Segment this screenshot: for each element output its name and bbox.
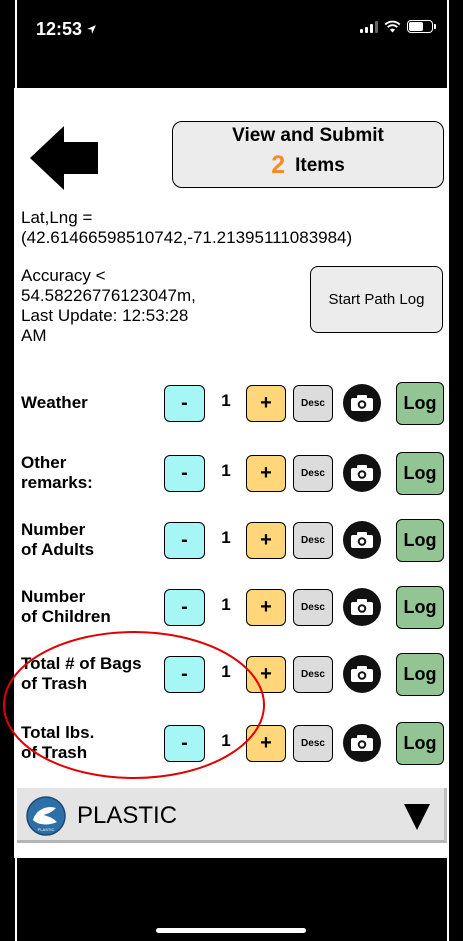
accuracy-line-3: Last Update: 12:53:28 (21, 306, 189, 325)
accuracy-line-4: AM (21, 326, 47, 345)
accuracy-readout: Accuracy < 54.58226776123047m, Last Upda… (21, 266, 301, 346)
status-bar: 12:53 (0, 0, 463, 60)
decrement-button[interactable]: - (164, 522, 205, 559)
decrement-button[interactable]: - (164, 589, 205, 626)
quantity-value: 1 (221, 391, 231, 410)
accuracy-line-2: 54.58226776123047m, (21, 286, 196, 305)
camera-button[interactable] (343, 521, 381, 559)
camera-icon (351, 735, 373, 751)
home-indicator (156, 928, 306, 933)
quantity-value: 1 (221, 662, 231, 681)
camera-icon (351, 532, 373, 548)
camera-icon (351, 599, 373, 615)
log-row-number-of-adults: Number of Adults - 1 + Desc Log (14, 516, 449, 564)
quantity-value: 1 (221, 528, 231, 547)
start-path-log-button[interactable]: Start Path Log (310, 266, 443, 333)
camera-button[interactable] (343, 454, 381, 492)
status-icons (360, 20, 436, 33)
camera-button[interactable] (343, 588, 381, 626)
description-button[interactable]: Desc (293, 725, 333, 762)
battery-icon (407, 20, 436, 33)
camera-icon (351, 666, 373, 682)
lat-lng-label: Lat,Lng = (21, 208, 93, 227)
accuracy-line-1: Accuracy < (21, 266, 106, 285)
log-button[interactable]: Log (396, 653, 444, 696)
log-row-weather: Weather - 1 + Desc Log (14, 379, 449, 427)
row-label: Total lbs. of Trash (21, 723, 95, 762)
increment-button[interactable]: + (246, 589, 286, 626)
back-button[interactable] (28, 124, 102, 192)
log-button[interactable]: Log (396, 586, 444, 629)
description-button[interactable]: Desc (293, 385, 333, 422)
description-button[interactable]: Desc (293, 589, 333, 626)
item-count: 2 (271, 151, 286, 179)
status-time: 12:53 (36, 19, 97, 40)
log-row-other-remarks: Other remarks: - 1 + Desc Log (14, 449, 449, 497)
quantity-value: 1 (221, 595, 231, 614)
log-row-lbs-of-trash: Total lbs. of Trash - 1 + Desc Log (14, 719, 449, 767)
increment-button[interactable]: + (246, 455, 286, 492)
camera-button[interactable] (343, 724, 381, 762)
increment-button[interactable]: + (246, 385, 286, 422)
log-row-number-of-children: Number of Children - 1 + Desc Log (14, 583, 449, 631)
row-label: Weather (21, 393, 88, 412)
row-label: Number of Children (21, 587, 111, 626)
row-label: Number of Adults (21, 520, 95, 559)
plastic-logo-icon: PLASTIC (26, 796, 66, 836)
camera-button[interactable] (343, 655, 381, 693)
camera-button[interactable] (343, 384, 381, 422)
lat-lng-readout: Lat,Lng = (42.61466598510742,-71.2139511… (21, 208, 421, 248)
view-and-submit-button[interactable]: View and Submit 2 Items (172, 121, 444, 188)
submit-title: View and Submit (232, 125, 384, 146)
log-row-bags-of-trash: Total # of Bags of Trash - 1 + Desc Log (14, 650, 449, 698)
lat-lng-value: (42.61466598510742,-71.21395111083984) (21, 228, 353, 247)
log-button[interactable]: Log (396, 382, 444, 425)
decrement-button[interactable]: - (164, 385, 205, 422)
increment-button[interactable]: + (246, 725, 286, 762)
description-button[interactable]: Desc (293, 656, 333, 693)
decrement-button[interactable]: - (164, 725, 205, 762)
log-button[interactable]: Log (396, 452, 444, 495)
material-dropdown[interactable]: PLASTIC PLASTIC (17, 788, 447, 843)
increment-button[interactable]: + (246, 656, 286, 693)
location-arrow-icon (87, 25, 96, 34)
wifi-icon (384, 20, 401, 33)
material-label: PLASTIC (77, 802, 178, 829)
description-button[interactable]: Desc (293, 455, 333, 492)
camera-icon (351, 395, 373, 411)
row-label: Total # of Bags of Trash (21, 654, 142, 693)
description-button[interactable]: Desc (293, 522, 333, 559)
row-label: Other remarks: (21, 453, 93, 492)
decrement-button[interactable]: - (164, 455, 205, 492)
log-button[interactable]: Log (396, 519, 444, 562)
back-arrow-icon (30, 126, 98, 190)
quantity-value: 1 (221, 731, 231, 750)
svg-text:PLASTIC: PLASTIC (38, 827, 55, 832)
dropdown-triangle-icon (404, 804, 430, 830)
clock-text: 12:53 (36, 19, 83, 39)
quantity-value: 1 (221, 461, 231, 480)
cellular-signal-icon (360, 20, 378, 33)
log-button[interactable]: Log (396, 722, 444, 765)
items-label: Items (295, 154, 345, 176)
decrement-button[interactable]: - (164, 656, 205, 693)
main-card: View and Submit 2 Items Lat,Lng = (42.61… (3, 88, 449, 858)
increment-button[interactable]: + (246, 522, 286, 559)
camera-icon (351, 465, 373, 481)
